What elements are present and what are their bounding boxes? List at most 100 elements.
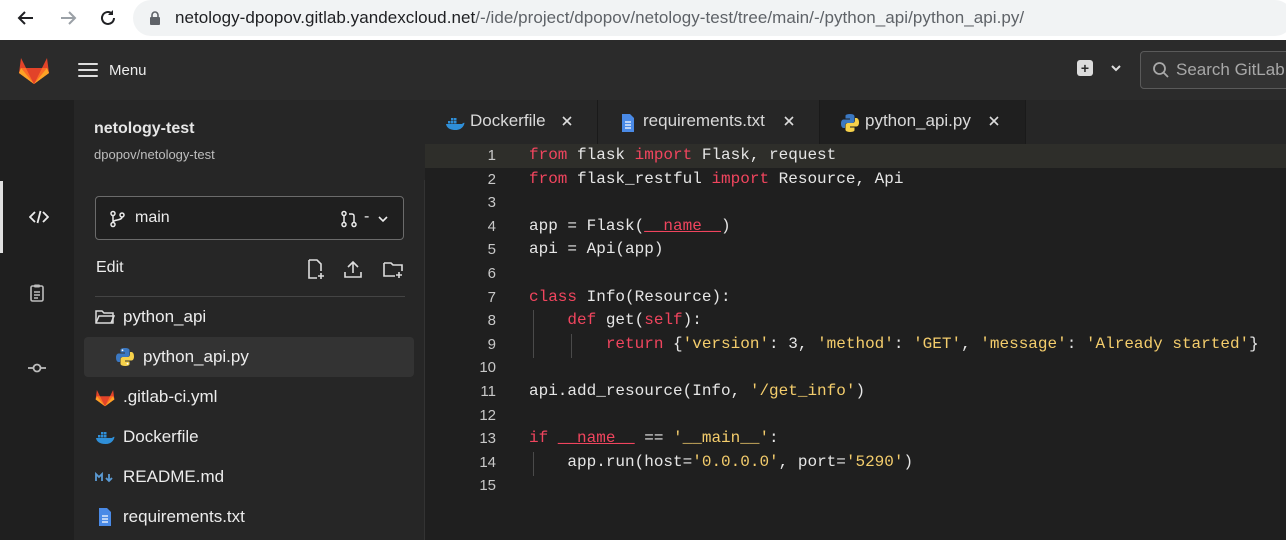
plus-square-icon: +: [1080, 60, 1090, 76]
code-text: def get(self):: [567, 311, 702, 330]
tree-item-label: requirements.txt: [123, 507, 245, 526]
code-line: 1 from flask import Flask, request: [425, 144, 1286, 168]
tree-item-file[interactable]: README.md: [84, 457, 414, 497]
gitlab-header: Menu + Search GitLab: [0, 40, 1286, 100]
close-icon[interactable]: [561, 115, 573, 127]
arrow-left-icon: [17, 11, 33, 25]
tree-item-folder[interactable]: python_api: [84, 297, 414, 337]
code-line: 3: [425, 191, 1286, 215]
new-folder-icon[interactable]: [382, 258, 404, 280]
activity-bar: [0, 100, 74, 540]
code-line: 2 from flask_restful import Resource, Ap…: [425, 168, 1286, 192]
tree-item-file[interactable]: Dockerfile: [84, 417, 414, 457]
code-text: api.add_resource(Info, '/get_info'): [529, 382, 866, 400]
back-button[interactable]: [13, 5, 39, 31]
line-number: 7: [487, 288, 496, 306]
code-line: 5 api = Api(app): [425, 238, 1286, 262]
code-line: 14 app.run(host='0.0.0.0', port='5290'): [425, 451, 1286, 475]
line-number: 12: [479, 406, 496, 424]
code-text: app = Flask(__name__): [529, 216, 731, 235]
code-line: 7 class Info(Resource):: [425, 286, 1286, 310]
line-number: 6: [487, 265, 496, 282]
forward-button[interactable]: [55, 5, 81, 31]
reload-icon: [101, 10, 115, 25]
tree-item-label: python_api: [123, 307, 207, 326]
code-editor[interactable]: 1 from flask import Flask, request 2 fro…: [425, 144, 1286, 540]
code-line: 8 def get(self):: [425, 309, 1286, 333]
reload-button[interactable]: [95, 5, 121, 31]
code-icon: [28, 210, 49, 224]
code-text: class Info(Resource):: [529, 287, 731, 306]
tab-python-api[interactable]: python_api.py: [820, 100, 1026, 144]
new-file-icon[interactable]: [304, 258, 326, 280]
tree-item-label: python_api.py: [143, 347, 249, 366]
branch-selector[interactable]: main -: [95, 196, 404, 240]
tree-item-label: README.md: [123, 467, 225, 486]
gitlab-logo-icon[interactable]: [18, 55, 50, 85]
merge-request-label: -: [364, 208, 370, 225]
code-text: return {'version': 3, 'method': 'GET', '…: [605, 334, 1259, 353]
code-line: 12: [425, 404, 1286, 428]
address-bar[interactable]: netology-dpopov.gitlab.yandexcloud.net/-…: [133, 0, 1286, 36]
code-text: if __name__ == '__main__':: [529, 429, 779, 448]
line-number: 5: [487, 241, 496, 259]
code-text: from flask_restful import Resource, Api: [529, 169, 904, 188]
code-text: from flask import Flask, request: [529, 146, 837, 164]
menu-button[interactable]: Menu: [78, 58, 147, 82]
file-icon: [95, 507, 115, 527]
line-number: 14: [479, 453, 496, 471]
tab-label: python_api.py: [865, 111, 971, 130]
close-icon[interactable]: [783, 115, 795, 127]
python-icon: [115, 347, 135, 367]
line-number: 15: [479, 477, 496, 495]
project-name[interactable]: netology-test: [94, 120, 194, 138]
line-number: 3: [487, 194, 496, 212]
tree-item-label: Dockerfile: [123, 427, 199, 446]
chevron-down-icon[interactable]: [1110, 62, 1122, 74]
line-number: 10: [479, 359, 496, 377]
tree-item-file[interactable]: .gitlab-ci.yml: [84, 377, 414, 417]
line-number: 13: [479, 430, 496, 448]
code-line: 10: [425, 356, 1286, 380]
tree-item-file[interactable]: python_api.py: [84, 337, 414, 377]
file-tree-panel: main - Edit python_api python_api.py .gi…: [74, 180, 425, 540]
tree-item-file[interactable]: requirements.txt: [84, 497, 414, 537]
tree-item-label: .gitlab-ci.yml: [123, 387, 218, 406]
file-icon: [622, 114, 634, 132]
browser-toolbar: netology-dpopov.gitlab.yandexcloud.net/-…: [0, 0, 1286, 40]
menu-label: Menu: [109, 61, 147, 79]
branch-name: main: [135, 209, 170, 226]
search-icon: [1153, 62, 1169, 78]
gitlab-icon: [95, 387, 115, 407]
folder-open-icon: [95, 307, 115, 327]
line-number: 8: [487, 312, 496, 330]
commit-mode-button[interactable]: [0, 332, 74, 404]
editor-tabs: Dockerfile requirements.txt python_api.p…: [425, 100, 1286, 144]
review-mode-button[interactable]: [0, 257, 74, 329]
search-placeholder: Search GitLab: [1176, 60, 1285, 79]
url-text: netology-dpopov.gitlab.yandexcloud.net/-…: [175, 8, 1024, 28]
commit-icon: [28, 363, 46, 373]
code-line: 15: [425, 474, 1286, 498]
line-number: 4: [487, 217, 496, 235]
lock-icon: [150, 11, 160, 25]
line-number: 1: [487, 147, 496, 164]
chevron-down-icon: [378, 216, 388, 223]
clipboard-icon: [30, 284, 44, 302]
tab-dockerfile[interactable]: Dockerfile: [425, 100, 598, 144]
markdown-icon: [95, 467, 115, 487]
python-icon: [841, 114, 859, 132]
upload-icon[interactable]: [342, 258, 364, 280]
tab-requirements[interactable]: requirements.txt: [598, 100, 820, 144]
line-number: 2: [487, 170, 496, 188]
close-icon[interactable]: [988, 115, 1000, 127]
search-input[interactable]: Search GitLab: [1140, 51, 1286, 89]
code-line: 6: [425, 262, 1286, 286]
docker-icon: [95, 427, 115, 447]
project-path: dpopov/netology-test: [94, 147, 215, 162]
code-line: 9 return {'version': 3, 'method': 'GET',…: [425, 333, 1286, 357]
code-text: api = Api(app): [529, 240, 664, 259]
edit-mode-button[interactable]: [0, 181, 74, 253]
line-number: 9: [487, 335, 496, 353]
new-item-button[interactable]: +: [1077, 60, 1093, 76]
